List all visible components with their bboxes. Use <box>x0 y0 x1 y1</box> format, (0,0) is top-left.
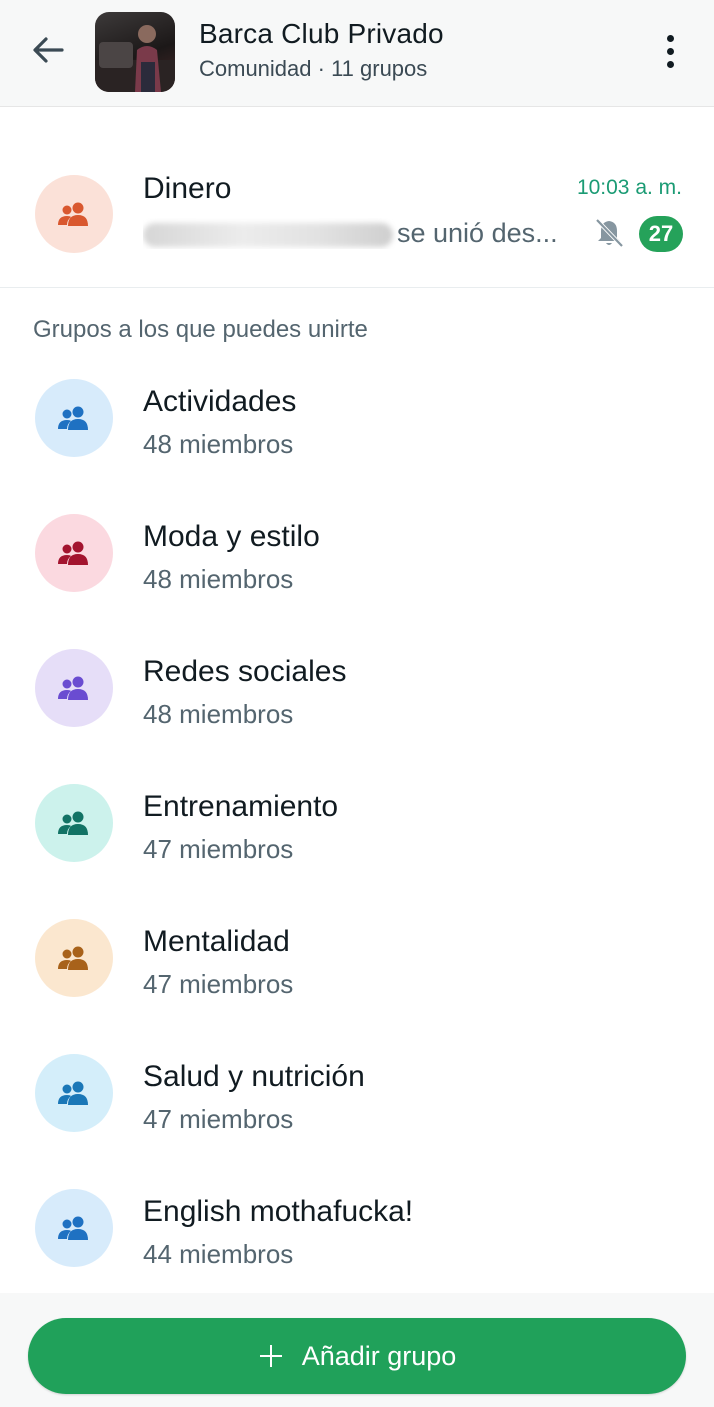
group-icon <box>58 1216 88 1240</box>
group-name: Redes sociales <box>143 655 347 688</box>
group-member-count: 47 miembros <box>143 969 294 999</box>
community-avatar[interactable] <box>95 12 175 92</box>
group-list-item[interactable]: Mentalidad 47 miembros <box>0 919 714 1050</box>
group-list-item[interactable]: Entrenamiento 47 miembros <box>0 784 714 915</box>
add-group-button[interactable]: Añadir grupo <box>28 1318 686 1394</box>
back-button[interactable] <box>28 30 68 70</box>
group-list-item[interactable]: Salud y nutrición 47 miembros <box>0 1054 714 1185</box>
section-divider <box>0 287 714 288</box>
group-member-count: 48 miembros <box>143 429 294 459</box>
group-avatar <box>35 1054 113 1132</box>
redacted-phone <box>143 222 393 247</box>
community-subtitle: Comunidad · 11 grupos <box>199 56 428 81</box>
add-group-label: Añadir grupo <box>301 1340 457 1371</box>
chat-last-message: se unió des... <box>143 218 573 249</box>
group-list-item[interactable]: Actividades 48 miembros <box>0 379 714 510</box>
more-vert-icon-dot <box>666 47 674 55</box>
unread-badge: 27 <box>639 216 683 252</box>
group-name: Entrenamiento <box>143 790 339 823</box>
more-vert-icon-dot <box>666 60 674 68</box>
group-avatar <box>35 514 113 592</box>
community-photo <box>95 25 175 92</box>
section-label: Grupos a los que puedes unirte <box>33 316 368 343</box>
group-icon <box>58 541 88 565</box>
group-icon <box>58 676 88 700</box>
group-avatar <box>35 784 113 862</box>
group-list-item[interactable]: Redes sociales 48 miembros <box>0 649 714 780</box>
chat-message-text: se unió des... <box>397 218 558 248</box>
group-member-count: 47 miembros <box>143 1104 294 1134</box>
group-icon <box>58 1081 88 1105</box>
chat-name: Dinero <box>143 172 232 205</box>
group-member-count: 47 miembros <box>143 834 294 864</box>
group-icon <box>58 406 88 430</box>
group-avatar <box>35 1189 113 1267</box>
more-options-button[interactable] <box>652 28 688 74</box>
group-name: Salud y nutrición <box>143 1060 365 1093</box>
group-avatar <box>35 379 113 457</box>
group-member-count: 48 miembros <box>143 699 294 729</box>
group-name: English mothafucka! <box>143 1195 414 1228</box>
arrow-left-icon <box>33 37 64 63</box>
group-icon <box>58 202 88 226</box>
group-name: Actividades <box>143 385 297 418</box>
group-avatar <box>35 649 113 727</box>
chat-item-dinero[interactable]: Dinero 10:03 a. m. se unió des... 27 <box>0 150 714 284</box>
group-name: Mentalidad <box>143 925 290 958</box>
bell-off-icon <box>592 216 626 250</box>
group-avatar <box>35 919 113 997</box>
group-member-count: 44 miembros <box>143 1239 294 1269</box>
community-title[interactable]: Barca Club Privado <box>199 18 444 50</box>
group-icon <box>58 946 88 970</box>
app-header: Barca Club Privado Comunidad · 11 grupos <box>0 0 714 107</box>
more-vert-icon <box>666 34 674 42</box>
group-name: Moda y estilo <box>143 520 320 553</box>
group-icon <box>58 811 88 835</box>
group-avatar <box>35 175 113 253</box>
group-list-item[interactable]: Moda y estilo 48 miembros <box>0 514 714 645</box>
group-member-count: 48 miembros <box>143 564 294 594</box>
chat-time: 10:03 a. m. <box>576 176 682 199</box>
plus-icon <box>258 1343 284 1369</box>
